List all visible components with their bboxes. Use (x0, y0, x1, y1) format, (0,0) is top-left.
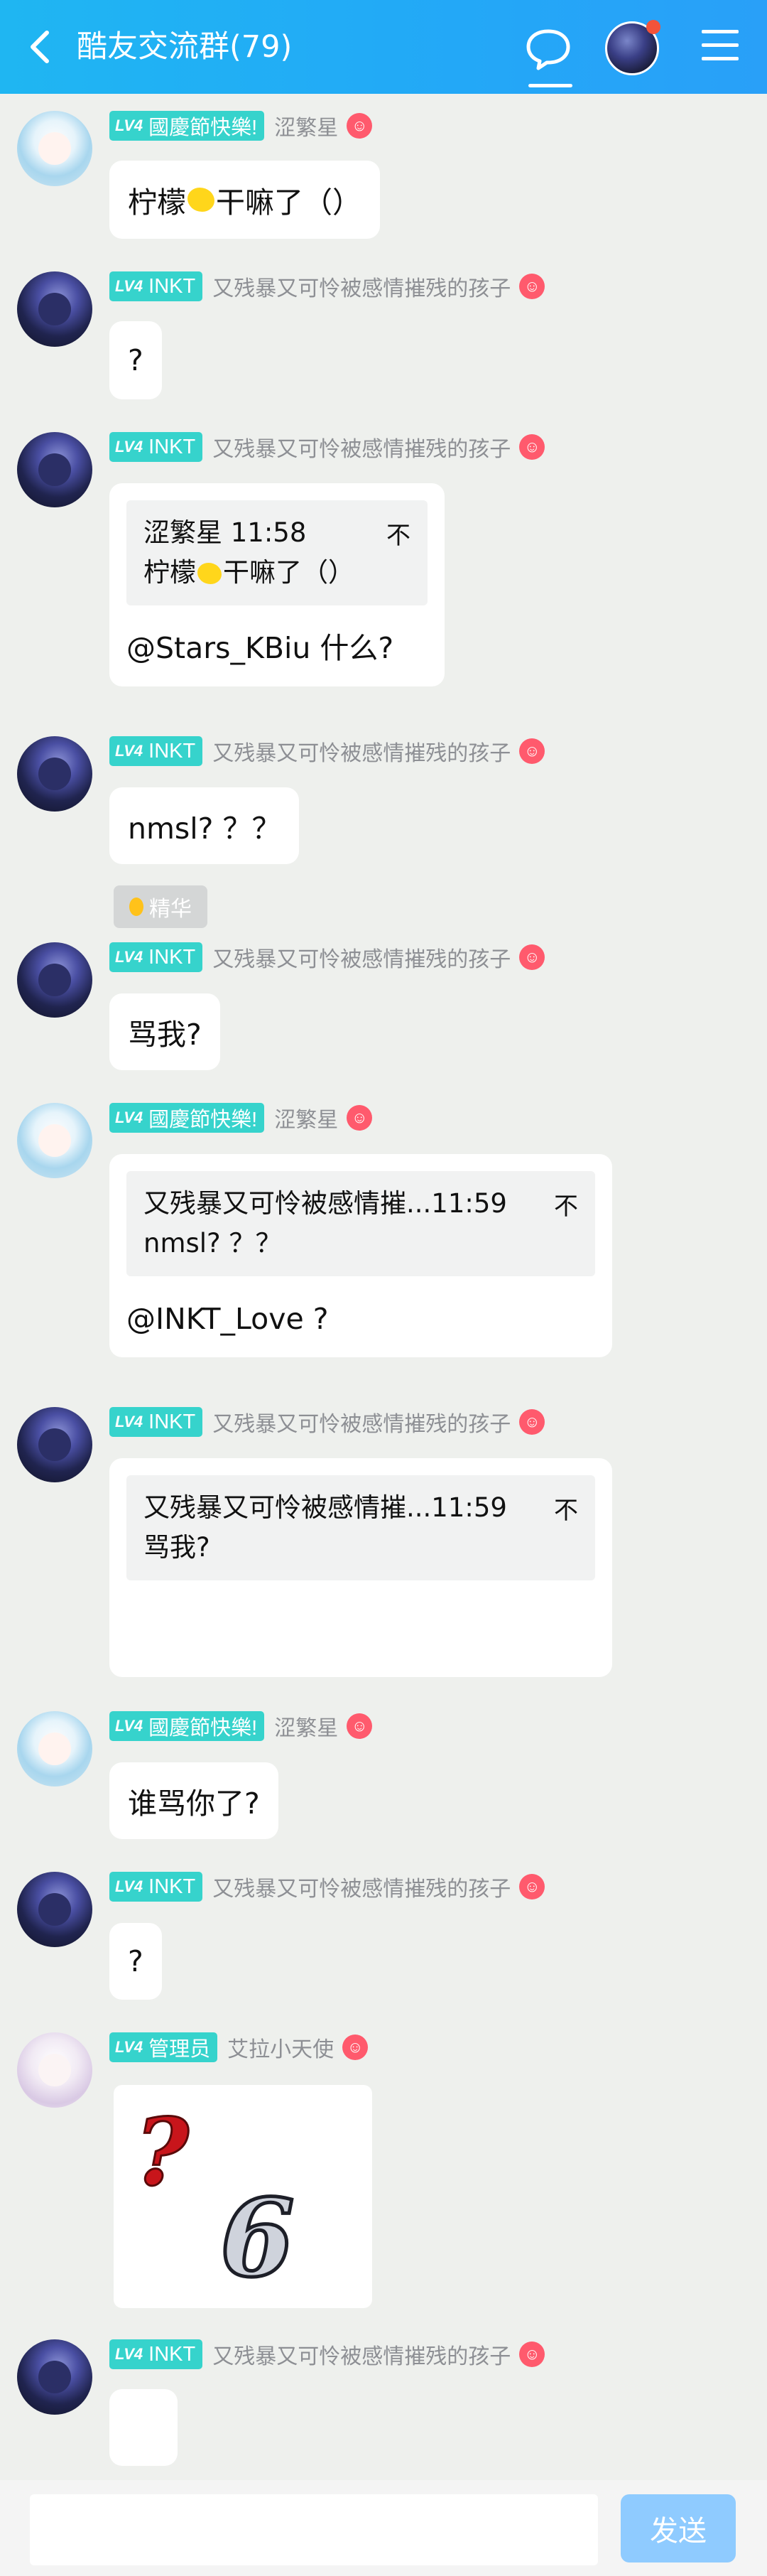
sender-line: LV4 INKT 又残暴又可怜被感情摧残的孩子 ☺ (109, 736, 545, 766)
notification-dot (646, 20, 660, 34)
pin-icon: 不 (386, 522, 410, 550)
smile-icon: ☺ (519, 1874, 545, 1899)
sender-name[interactable]: 又残暴又可怜被感情摧残的孩子 (212, 431, 511, 463)
avatar[interactable] (17, 736, 92, 812)
sender-line: LV4 國慶節快樂! 涩繁星 ☺ (109, 110, 373, 141)
sender-line: LV4 INKT 又残暴又可怜被感情摧残的孩子 ☺ (109, 432, 545, 462)
avatar[interactable] (17, 1103, 92, 1178)
smile-icon: ☺ (519, 944, 545, 970)
avatar[interactable] (17, 111, 92, 186)
essence-tag[interactable]: 精华 (114, 885, 207, 928)
sender-line: LV4 國慶節快樂! 涩繁星 ☺ (109, 1710, 373, 1742)
level-badge: LV4 INKT (109, 736, 203, 766)
message-bubble[interactable]: nmsl? ？？ (109, 787, 300, 864)
avatar[interactable] (17, 1407, 92, 1482)
message-bubble[interactable]: 谁骂你了? (109, 1762, 278, 1839)
smile-icon: ☺ (519, 274, 545, 299)
avatar[interactable] (17, 1872, 92, 1947)
smile-icon: ☺ (347, 1105, 373, 1131)
quote-header: 又残暴又可怜被感情摧...11:59 (143, 1492, 507, 1523)
sender-name[interactable]: 艾拉小天使 (227, 2032, 334, 2063)
sender-name[interactable]: 涩繁星 (274, 1710, 338, 1742)
level-badge: LV4 國慶節快樂! (109, 1103, 265, 1133)
quoted-message[interactable]: 又残暴又可怜被感情摧...11:59 nmsl? ？？ 不 (126, 1171, 595, 1276)
lemon-icon (197, 563, 222, 584)
sender-line: LV4 管理员 艾拉小天使 ☺ (109, 2032, 369, 2063)
send-button[interactable]: 发送 (621, 2494, 736, 2562)
level-badge: LV4 國慶節快樂! (109, 111, 265, 141)
sender-name[interactable]: 又残暴又可怜被感情摧残的孩子 (212, 2339, 511, 2370)
quoted-message[interactable]: 又残暴又可怜被感情摧...11:59 骂我? 不 (126, 1475, 595, 1580)
smile-icon: ☺ (347, 1713, 373, 1739)
sender-line: LV4 INKT 又残暴又可怜被感情摧残的孩子 ☺ (109, 1407, 545, 1437)
sticker-image[interactable]: ? 6 (114, 2085, 372, 2308)
question-six-sticker: ? 6 (134, 2097, 296, 2303)
level-badge: LV4 國慶節快樂! (109, 1711, 265, 1741)
svg-text:?: ? (135, 2098, 190, 2206)
avatar[interactable] (17, 2032, 92, 2108)
sender-name[interactable]: 又残暴又可怜被感情摧残的孩子 (212, 1406, 511, 1438)
composer-bar: 发送 (0, 2480, 767, 2576)
svg-text:6: 6 (220, 2176, 294, 2301)
sender-line: LV4 INKT 又残暴又可怜被感情摧残的孩子 ☺ (109, 1872, 545, 1902)
avatar[interactable] (17, 1711, 92, 1787)
level-badge: LV4 INKT (109, 2339, 203, 2369)
sender-name[interactable]: 又残暴又可怜被感情摧残的孩子 (212, 1871, 511, 1902)
sender-name[interactable]: 又残暴又可怜被感情摧残的孩子 (212, 735, 511, 767)
avatar[interactable] (17, 271, 92, 347)
top-bar: 酷友交流群(79) (0, 0, 767, 94)
reply-text: @Stars_KBiu 什么? (126, 631, 394, 665)
quote-body: nmsl? ？？ (143, 1228, 282, 1259)
sender-line: LV4 INKT 又残暴又可怜被感情摧残的孩子 ☺ (109, 942, 545, 972)
sender-line: LV4 INKT 又残暴又可怜被感情摧残的孩子 ☺ (109, 2339, 545, 2369)
level-badge: LV4 INKT (109, 942, 203, 972)
hamburger-menu-icon[interactable] (702, 30, 739, 64)
lemon-icon (187, 188, 214, 212)
reply-text: @INKT_Love ? (126, 1302, 329, 1336)
quote-header: 又残暴又可怜被感情摧...11:59 (143, 1188, 507, 1219)
message-bubble[interactable]: ? (109, 1923, 162, 2000)
quote-header: 涩繁星 11:58 (143, 517, 307, 548)
message-bubble[interactable]: 又残暴又可怜被感情摧...11:59 nmsl? ？？ 不 @INKT_Love… (109, 1154, 612, 1357)
quoted-message[interactable]: 涩繁星 11:58 柠檬 干嘛了（） 不 (126, 500, 428, 605)
pin-icon: 不 (554, 1497, 578, 1525)
sender-name[interactable]: 又残暴又可怜被感情摧残的孩子 (212, 271, 511, 302)
smile-icon: ☺ (519, 1409, 545, 1435)
level-badge: LV4 INKT (109, 1872, 203, 1902)
chat-bubble-icon[interactable] (520, 21, 577, 78)
message-bubble[interactable]: 涩繁星 11:58 柠檬 干嘛了（） 不 @Stars_KBiu 什么? (109, 483, 445, 686)
smile-icon: ☺ (519, 738, 545, 764)
avatar[interactable] (17, 432, 92, 507)
level-badge: LV4 INKT (109, 432, 203, 462)
message-bubble[interactable] (109, 2389, 178, 2466)
avatar[interactable] (17, 2339, 92, 2415)
chevron-left-icon[interactable] (20, 26, 62, 68)
level-badge: LV4 管理员 (109, 2032, 218, 2062)
flame-icon (129, 898, 143, 916)
message-bubble[interactable]: 骂我? (109, 993, 220, 1070)
message-input[interactable] (30, 2494, 598, 2565)
message-bubble[interactable]: 又残暴又可怜被感情摧...11:59 骂我? 不 (109, 1458, 612, 1677)
sender-name[interactable]: 又残暴又可怜被感情摧残的孩子 (212, 942, 511, 973)
active-tab-indicator (528, 84, 572, 87)
sender-line: LV4 INKT 又残暴又可怜被感情摧残的孩子 ☺ (109, 271, 545, 301)
pin-icon: 不 (554, 1192, 578, 1221)
sender-line: LV4 國慶節快樂! 涩繁星 ☺ (109, 1102, 373, 1133)
group-title: 酷友交流群(79) (77, 29, 293, 65)
sender-name[interactable]: 涩繁星 (274, 110, 338, 141)
message-bubble[interactable]: 柠檬 干嘛了（） (109, 161, 380, 239)
message-bubble[interactable]: ? (109, 321, 162, 399)
sender-name[interactable]: 涩繁星 (274, 1102, 338, 1133)
level-badge: LV4 INKT (109, 271, 203, 301)
quote-body: 柠檬 干嘛了（） (143, 557, 354, 588)
smile-icon: ☺ (519, 2341, 545, 2367)
smile-icon: ☺ (347, 113, 373, 139)
smile-icon: ☺ (519, 434, 545, 460)
level-badge: LV4 INKT (109, 1407, 203, 1437)
quote-body: 骂我? (143, 1532, 210, 1563)
avatar[interactable] (17, 942, 92, 1018)
smile-icon: ☺ (342, 2035, 369, 2060)
